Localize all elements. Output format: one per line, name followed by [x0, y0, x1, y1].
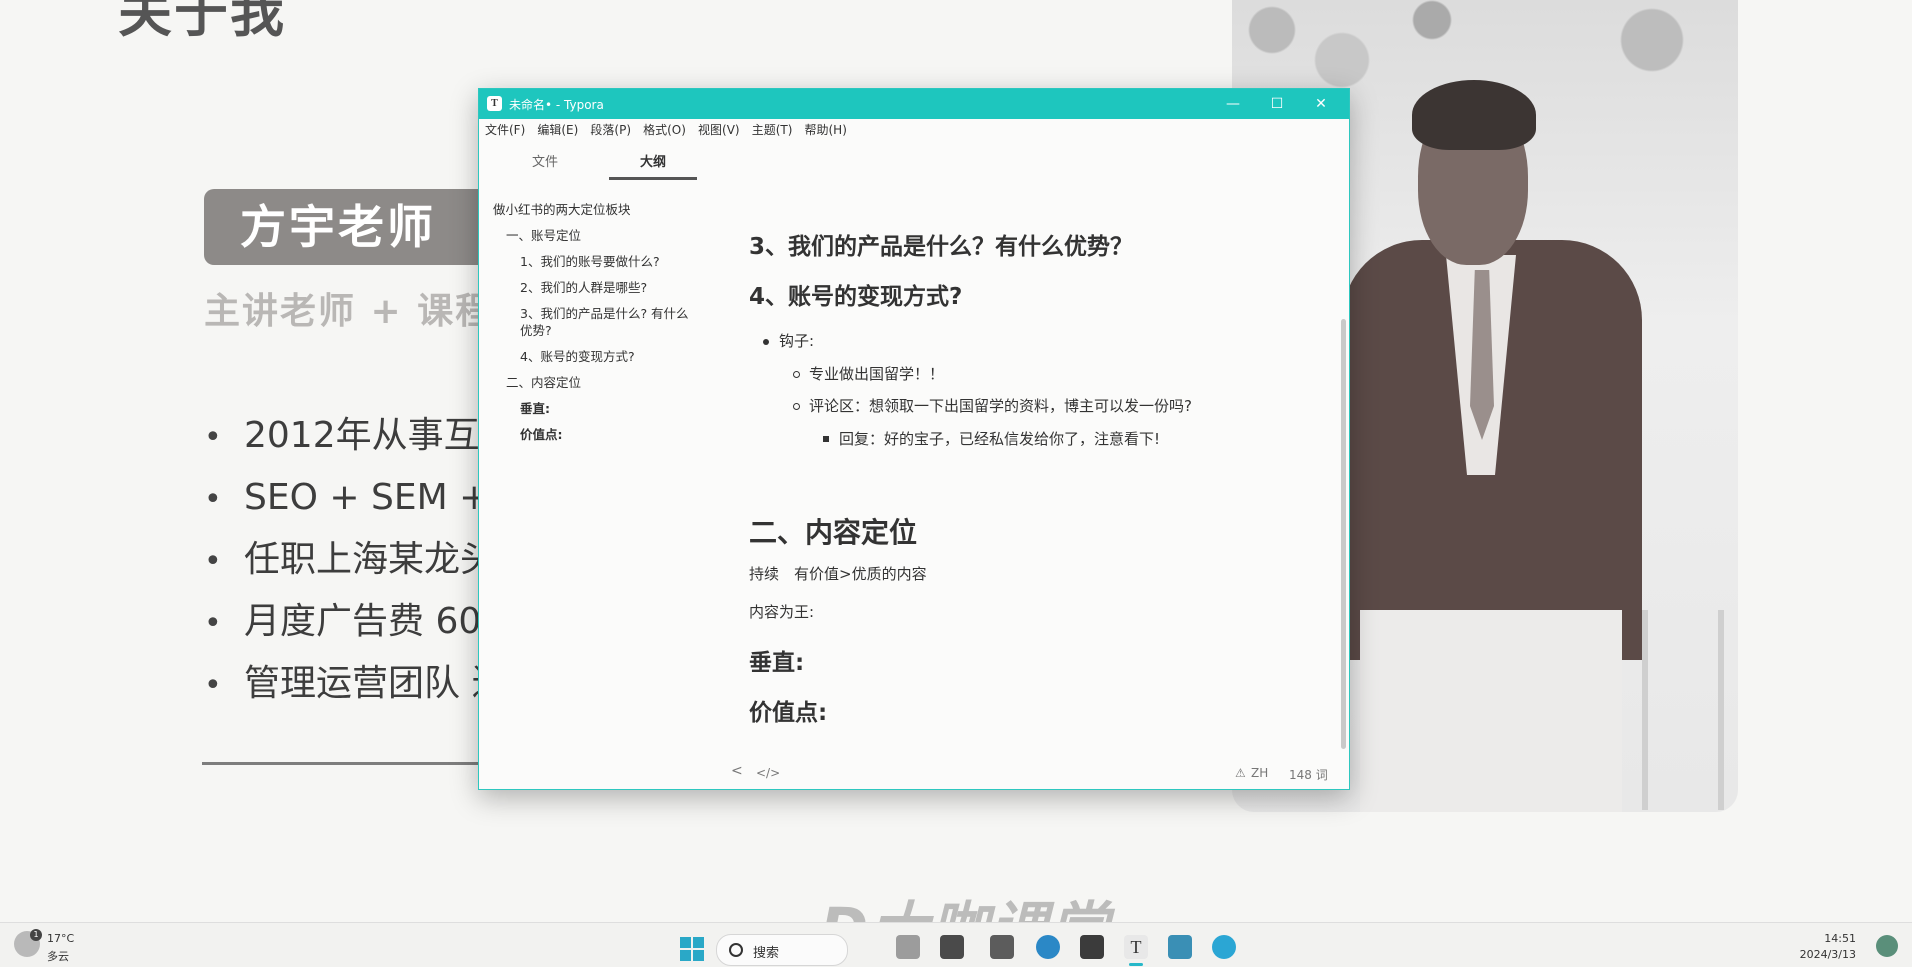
list-item-study-abroad: 专业做出国留学！！ [809, 365, 945, 383]
heading-product: 3、我们的产品是什么？有什么优势？ [749, 234, 1134, 260]
bullet-square [823, 436, 829, 442]
clock-time[interactable]: 14:51 [1796, 932, 1856, 945]
list-item-comment: 评论区：想领取一下出国留学的资料，博主可以发一份吗? [809, 397, 1192, 415]
heading-value-point: 价值点: [749, 700, 828, 726]
word-count[interactable]: 148 词 [1289, 766, 1328, 783]
clock-date[interactable]: 2024/3/13 [1796, 948, 1856, 961]
list-item-hook: 钩子: [779, 332, 815, 350]
photo-hair [1412, 80, 1536, 150]
menu-view[interactable]: 视图(V) [692, 119, 740, 141]
taskbar-app-notepad-icon[interactable] [1168, 935, 1192, 959]
close-button[interactable]: ✕ [1301, 93, 1341, 115]
paragraph-sustain: 持续 有价值>优质的内容 [749, 565, 927, 583]
paragraph-content-king: 内容为王: [749, 603, 815, 621]
taskbar-app-typora-icon[interactable]: T [1124, 935, 1148, 959]
outline-item[interactable]: 1、我们的账号要做什么? [493, 253, 693, 270]
search-icon [729, 943, 743, 957]
taskbar-app-store-icon[interactable] [990, 935, 1014, 959]
outline-item[interactable]: 二、内容定位 [493, 374, 693, 391]
outline-tree: 做小红书的两大定位板块 一、账号定位 1、我们的账号要做什么? 2、我们的人群是… [493, 201, 693, 452]
menu-paragraph[interactable]: 段落(P) [584, 119, 631, 141]
photo-pants [1360, 610, 1622, 812]
heading-vertical: 垂直: [749, 650, 805, 676]
windows-start-icon[interactable] [680, 937, 704, 961]
list-item-reply: 回复：好的宝子，已经私信发给你了，注意看下! [839, 430, 1161, 448]
weather-condition[interactable]: 多云 [47, 948, 69, 964]
taskbar: 1 17°C 多云 搜索 T 14:51 2024/3/13 [0, 922, 1912, 967]
teacher-name-badge: 方宇老师 [204, 189, 504, 265]
typora-app-icon: T [487, 96, 502, 111]
window-title: 未命名• - Typora [509, 98, 604, 112]
outline-item[interactable]: 3、我们的产品是什么? 有什么优势? [493, 305, 693, 339]
taskbar-app-edge-dev-icon[interactable] [1212, 935, 1236, 959]
outline-item[interactable]: 价值点: [493, 426, 693, 443]
taskbar-search[interactable]: 搜索 [716, 934, 848, 966]
slide-title: 关于我 [118, 0, 286, 44]
taskbar-app-edge-icon[interactable] [1036, 935, 1060, 959]
warning-icon[interactable]: ⚠ [1235, 766, 1246, 780]
typora-window: T 未命名• - Typora — ☐ ✕ 文件(F) 编辑(E) 段落(P) … [478, 88, 1350, 790]
teacher-role: 主讲老师 + 课程 [204, 291, 494, 332]
menu-help[interactable]: 帮助(H) [799, 119, 847, 141]
bullet-circle [793, 371, 800, 378]
menu-bar: 文件(F) 编辑(E) 段落(P) 格式(O) 视图(V) 主题(T) 帮助(H… [479, 119, 1349, 141]
menu-file[interactable]: 文件(F) [479, 119, 525, 141]
outline-item[interactable]: 做小红书的两大定位板块 [493, 201, 693, 218]
editor-content[interactable]: 3、我们的产品是什么？有什么优势？ 4、账号的变现方式? 钩子: 专业做出国留学… [749, 139, 1329, 729]
editor-scrollbar[interactable] [1341, 319, 1346, 749]
photo-chair [1642, 610, 1724, 810]
menu-format[interactable]: 格式(O) [637, 119, 686, 141]
heading-monetization: 4、账号的变现方式? [749, 284, 963, 310]
taskbar-app-explorer-icon[interactable] [940, 935, 964, 959]
source-mode-button[interactable]: </> [756, 766, 780, 780]
weather-temperature[interactable]: 17°C [47, 932, 74, 945]
bullet-disc [763, 339, 769, 345]
heading-content-positioning: 二、内容定位 [749, 516, 918, 549]
search-placeholder: 搜索 [753, 946, 780, 961]
bullet-circle [793, 403, 800, 410]
sidebar: 文件 大纲 做小红书的两大定位板块 一、账号定位 1、我们的账号要做什么? 2、… [479, 141, 705, 733]
language-indicator[interactable]: ZH [1251, 766, 1268, 780]
window-titlebar[interactable]: T 未命名• - Typora — ☐ ✕ [479, 89, 1349, 119]
status-bar: < </> ⚠ ZH 148 词 [479, 759, 1349, 787]
taskbar-app-media-icon[interactable] [1080, 935, 1104, 959]
outline-item[interactable]: 一、账号定位 [493, 227, 693, 244]
tab-outline[interactable]: 大纲 [609, 149, 697, 180]
tab-files[interactable]: 文件 [501, 149, 589, 177]
minimize-button[interactable]: — [1213, 93, 1253, 115]
taskbar-app-photos-icon[interactable] [896, 935, 920, 959]
outline-item[interactable]: 垂直: [493, 400, 693, 417]
menu-theme[interactable]: 主题(T) [746, 119, 793, 141]
notification-icon[interactable] [1876, 935, 1898, 957]
weather-badge: 1 [30, 929, 42, 941]
outline-item[interactable]: 2、我们的人群是哪些? [493, 279, 693, 296]
menu-edit[interactable]: 编辑(E) [531, 119, 578, 141]
toggle-sidebar-button[interactable]: < [731, 763, 743, 779]
maximize-button[interactable]: ☐ [1257, 93, 1297, 115]
outline-item[interactable]: 4、账号的变现方式? [493, 348, 693, 365]
